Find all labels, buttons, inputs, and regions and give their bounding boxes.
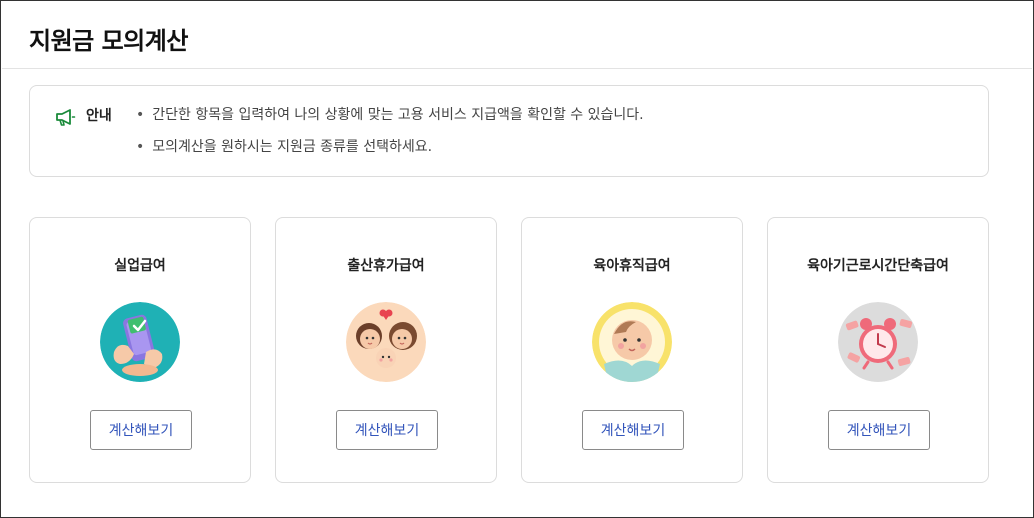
megaphone-icon bbox=[54, 106, 76, 128]
card-title: 출산휴가급여 bbox=[347, 258, 425, 274]
calculate-button[interactable]: 계산해보기 bbox=[828, 410, 930, 450]
page-frame: 지원금 모의계산 안내 간단한 항목을 입력하여 나의 상황에 맞는 고용 서비… bbox=[0, 0, 1034, 518]
baby-illustration bbox=[592, 302, 672, 382]
page-title: 지원금 모의계산 bbox=[29, 27, 188, 55]
card-title: 육아휴직급여 bbox=[593, 258, 671, 274]
alarm-clock-illustration bbox=[838, 302, 918, 382]
card-maternity-leave-benefit: 출산휴가급여 계산해보기 bbox=[275, 217, 497, 483]
title-divider bbox=[2, 68, 1032, 69]
phone-check-illustration bbox=[100, 302, 180, 382]
notice-item: 간단한 항목을 입력하여 나의 상황에 맞는 고용 서비스 지급액을 확인할 수… bbox=[136, 105, 643, 137]
card-reduced-working-hours-benefit: 육아기근로시간단축급여 계산해보기 bbox=[767, 217, 989, 483]
benefit-cards: 실업급여 계산해보기 출산휴가급여 계산해보기 육아휴직급여 계산해보기 육아기… bbox=[29, 217, 989, 483]
card-parental-leave-benefit: 육아휴직급여 계산해보기 bbox=[521, 217, 743, 483]
notice-item: 모의계산을 원하시는 지원금 종류를 선택하세요. bbox=[136, 137, 644, 169]
notice-label: 안내 bbox=[86, 108, 112, 124]
card-title: 실업급여 bbox=[114, 258, 166, 274]
calculate-button[interactable]: 계산해보기 bbox=[90, 410, 192, 450]
card-unemployment-benefit: 실업급여 계산해보기 bbox=[29, 217, 251, 483]
card-title: 육아기근로시간단축급여 bbox=[807, 258, 949, 274]
calculate-button[interactable]: 계산해보기 bbox=[336, 410, 438, 450]
notice-list: 간단한 항목을 입력하여 나의 상황에 맞는 고용 서비스 지급액을 확인할 수… bbox=[136, 105, 644, 169]
calculate-button[interactable]: 계산해보기 bbox=[582, 410, 684, 450]
family-illustration bbox=[346, 302, 426, 382]
notice-box: 안내 간단한 항목을 입력하여 나의 상황에 맞는 고용 서비스 지급액을 확인… bbox=[29, 85, 989, 177]
